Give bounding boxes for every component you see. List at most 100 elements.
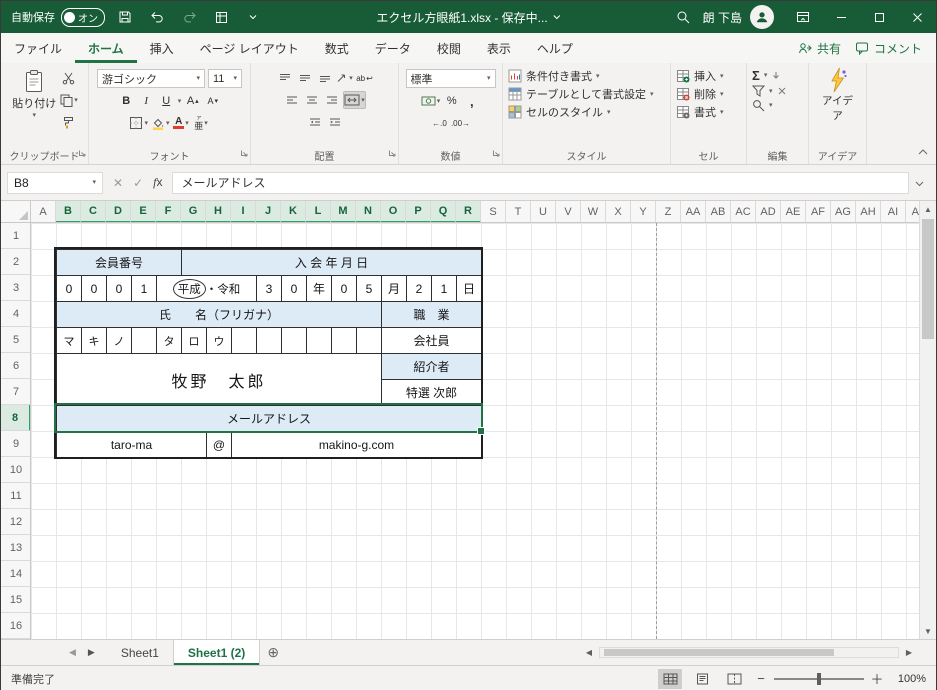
member-name[interactable]: 牧野 太郎 bbox=[56, 353, 381, 405]
clipboard-dialog-launcher[interactable] bbox=[78, 144, 86, 162]
column-header-AA[interactable]: AA bbox=[681, 201, 706, 222]
fill-handle[interactable] bbox=[477, 427, 485, 435]
row-header-9[interactable]: 9 bbox=[1, 431, 30, 457]
find-select-button[interactable]: ▾ bbox=[752, 99, 773, 112]
horizontal-scrollbar[interactable]: ◀ ▶ bbox=[582, 644, 916, 661]
column-header-O[interactable]: O bbox=[381, 201, 406, 222]
tab-insert[interactable]: 挿入 bbox=[137, 33, 187, 63]
insert-function-button[interactable]: fx bbox=[153, 175, 162, 190]
number-dialog-launcher[interactable] bbox=[492, 144, 500, 162]
font-dialog-launcher[interactable] bbox=[240, 144, 248, 162]
format-cells-button[interactable]: 書式 ▾ bbox=[676, 104, 724, 120]
font-size-select[interactable]: 11 ▾ bbox=[208, 69, 242, 88]
decrease-font-button[interactable]: A ▾ bbox=[204, 92, 221, 110]
sort-filter-button[interactable]: ▾ bbox=[752, 85, 787, 97]
join-date-header[interactable]: 入 会 年 月 日 bbox=[181, 249, 481, 275]
horizontal-scroll-track[interactable] bbox=[599, 647, 899, 658]
join-day-digit-2[interactable]: 1 bbox=[431, 275, 456, 301]
avatar[interactable] bbox=[750, 5, 774, 29]
row-header-7[interactable]: 7 bbox=[1, 379, 30, 405]
scroll-down-arrow[interactable]: ▼ bbox=[924, 623, 932, 639]
bold-button[interactable]: B bbox=[118, 92, 135, 110]
furigana-11[interactable] bbox=[306, 327, 331, 353]
column-header-Y[interactable]: Y bbox=[631, 201, 656, 222]
horizontal-scroll-thumb[interactable] bbox=[604, 649, 834, 656]
furigana-4[interactable] bbox=[131, 327, 156, 353]
member-number-digit-4[interactable]: 1 bbox=[131, 275, 156, 301]
scroll-left-arrow[interactable]: ◀ bbox=[582, 648, 596, 657]
column-header-AI[interactable]: AI bbox=[881, 201, 906, 222]
underline-button[interactable]: U bbox=[158, 92, 175, 110]
column-header-L[interactable]: L bbox=[306, 201, 331, 222]
redo-button[interactable] bbox=[177, 4, 201, 30]
increase-font-button[interactable]: A ▴ bbox=[184, 92, 201, 110]
user-name[interactable]: 朗 下島 bbox=[703, 9, 742, 26]
furigana-1[interactable]: マ bbox=[56, 327, 81, 353]
tab-home[interactable]: ホーム bbox=[75, 33, 137, 63]
comments-button[interactable]: コメント bbox=[855, 40, 922, 57]
search-button[interactable] bbox=[671, 4, 695, 30]
join-day-digit-1[interactable]: 2 bbox=[406, 275, 431, 301]
column-header-AJ[interactable]: AJ bbox=[906, 201, 919, 222]
tab-data[interactable]: データ bbox=[362, 33, 424, 63]
year-label[interactable]: 年 bbox=[306, 275, 331, 301]
furigana-6[interactable]: ロ bbox=[181, 327, 206, 353]
tab-formulas[interactable]: 数式 bbox=[312, 33, 362, 63]
join-year-digit-2[interactable]: 0 bbox=[281, 275, 306, 301]
orientation-button[interactable]: ▾ bbox=[336, 69, 353, 87]
add-sheet-button[interactable]: ⊕ bbox=[260, 640, 286, 665]
row-header-5[interactable]: 5 bbox=[1, 327, 30, 353]
furigana-12[interactable] bbox=[331, 327, 356, 353]
join-month-digit-2[interactable]: 5 bbox=[356, 275, 381, 301]
paste-button[interactable]: 貼り付け ▾ bbox=[11, 69, 57, 119]
furigana-3[interactable]: ノ bbox=[106, 327, 131, 353]
ribbon-display-options-button[interactable] bbox=[784, 1, 822, 33]
page-layout-view-button[interactable] bbox=[690, 669, 714, 689]
column-header-N[interactable]: N bbox=[356, 201, 381, 222]
sheet-cells-area[interactable]: 会員番号入 会 年 月 日 0 0 0 1 平成 ・令和 3 0 年 0 5 月 2 1 日氏 名（フリガナ）… bbox=[31, 223, 919, 639]
cut-button[interactable] bbox=[60, 69, 77, 87]
zoom-level[interactable]: 100% bbox=[890, 673, 926, 685]
email-header[interactable]: メールアドレス bbox=[56, 405, 481, 431]
vertical-scroll-track[interactable] bbox=[920, 217, 936, 623]
minimize-button[interactable] bbox=[822, 1, 860, 33]
normal-view-button[interactable] bbox=[658, 668, 682, 689]
column-header-G[interactable]: G bbox=[181, 201, 206, 222]
vertical-scroll-thumb[interactable] bbox=[922, 219, 934, 339]
increase-decimal-button[interactable]: ←.0 bbox=[431, 114, 448, 132]
collapse-ribbon-button[interactable] bbox=[918, 142, 928, 160]
vertical-scrollbar[interactable]: ▲ ▼ bbox=[919, 201, 936, 639]
scroll-right-arrow[interactable]: ▶ bbox=[902, 648, 916, 657]
italic-button[interactable]: I bbox=[138, 92, 155, 110]
column-header-Q[interactable]: Q bbox=[431, 201, 456, 222]
save-button[interactable] bbox=[113, 4, 137, 30]
introducer-value[interactable]: 特選 次郎 bbox=[381, 379, 481, 405]
column-header-H[interactable]: H bbox=[206, 201, 231, 222]
email-local[interactable]: taro-ma bbox=[56, 431, 206, 457]
autosum-button[interactable]: Σ ▾ bbox=[752, 68, 781, 83]
row-header-16[interactable]: 16 bbox=[1, 613, 30, 639]
column-header-AD[interactable]: AD bbox=[756, 201, 781, 222]
delete-cells-button[interactable]: 削除 ▾ bbox=[676, 86, 724, 102]
sheet-nav-left-arrow[interactable]: ◀ bbox=[69, 647, 76, 658]
formula-input[interactable]: メールアドレス bbox=[172, 171, 909, 194]
row-header-12[interactable]: 12 bbox=[1, 509, 30, 535]
font-color-button[interactable]: A ▾ bbox=[173, 114, 190, 132]
copy-button[interactable]: ▾ bbox=[60, 91, 78, 109]
window-title[interactable]: エクセル方眼紙1.xlsx - 保存中... bbox=[376, 9, 561, 26]
ruby-button[interactable]: ア亜 ▾ bbox=[193, 114, 210, 132]
member-number-digit-1[interactable]: 0 bbox=[56, 275, 81, 301]
align-bottom-button[interactable] bbox=[316, 69, 333, 87]
column-header-W[interactable]: W bbox=[581, 201, 606, 222]
column-header-B[interactable]: B bbox=[56, 201, 81, 222]
customize-quick-access-button[interactable] bbox=[241, 4, 265, 30]
furigana-8[interactable] bbox=[231, 327, 256, 353]
email-domain[interactable]: makino-g.com bbox=[231, 431, 481, 457]
column-header-S[interactable]: S bbox=[481, 201, 506, 222]
column-header-AF[interactable]: AF bbox=[806, 201, 831, 222]
column-header-AH[interactable]: AH bbox=[856, 201, 881, 222]
occupation-value[interactable]: 会社員 bbox=[381, 327, 481, 353]
zoom-slider-thumb[interactable] bbox=[817, 672, 821, 685]
column-header-V[interactable]: V bbox=[556, 201, 581, 222]
sheet-nav-right-arrow[interactable]: ▶ bbox=[88, 647, 95, 658]
